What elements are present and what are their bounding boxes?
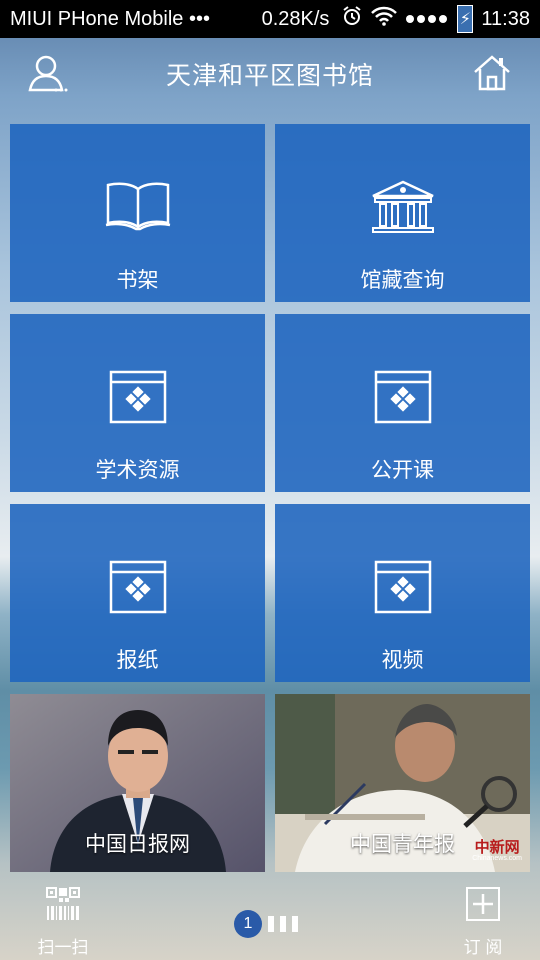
news-tile-china-youth-daily[interactable]: 中国青年报 中新网 Chinanews.com bbox=[275, 694, 530, 872]
page-dot bbox=[268, 916, 274, 932]
tile-newspapers[interactable]: 报纸 bbox=[10, 504, 265, 682]
battery-charging-icon: ⚡ bbox=[457, 5, 474, 33]
tile-academic-resources[interactable]: 学术资源 bbox=[10, 314, 265, 492]
resource-window-icon bbox=[109, 368, 167, 426]
page-dot bbox=[280, 916, 286, 932]
news-label: 中国日报网 bbox=[85, 833, 190, 856]
tile-label: 视频 bbox=[381, 649, 424, 672]
tile-label: 书架 bbox=[116, 269, 159, 292]
user-button[interactable] bbox=[26, 52, 70, 96]
qr-barcode-icon bbox=[46, 887, 80, 920]
tile-videos[interactable]: 视频 bbox=[275, 504, 530, 682]
home-button[interactable] bbox=[470, 52, 514, 96]
tile-label: 公开课 bbox=[371, 459, 434, 482]
status-icons: 0.28K/s ⚡ 11:38 bbox=[262, 5, 530, 33]
wifi-icon bbox=[371, 6, 398, 32]
scan-button[interactable]: 扫一扫 bbox=[32, 886, 94, 958]
resource-window-icon bbox=[374, 558, 432, 616]
library-building-icon bbox=[369, 178, 437, 236]
tile-label: 报纸 bbox=[116, 649, 159, 672]
book-icon bbox=[104, 178, 172, 236]
page-indicator: 1 bbox=[234, 910, 298, 938]
tile-label: 学术资源 bbox=[95, 459, 180, 482]
alarm-icon bbox=[341, 5, 363, 33]
subscribe-button[interactable]: 订 阅 bbox=[452, 886, 514, 958]
page-title: 天津和平区图书馆 bbox=[165, 62, 374, 90]
bottom-bar: 扫一扫 1 订 阅 bbox=[0, 874, 540, 960]
carrier-text: MIUI PHone Mobile ••• bbox=[10, 7, 210, 30]
news-tile-china-daily[interactable]: 中国日报网 bbox=[10, 694, 265, 872]
home-icon bbox=[474, 55, 510, 91]
tile-bookshelf[interactable]: 书架 bbox=[10, 124, 265, 302]
page-dot-active: 1 bbox=[234, 910, 262, 938]
tile-catalog-search[interactable]: 馆藏查询 bbox=[275, 124, 530, 302]
user-icon bbox=[28, 55, 68, 92]
network-speed: 0.28K/s bbox=[261, 7, 330, 30]
tile-label: 馆藏查询 bbox=[360, 269, 445, 292]
status-bar: MIUI PHone Mobile ••• 0.28K/s ⚡ 11:38 bbox=[0, 0, 540, 38]
watermark-logo: 中新网 Chinanews.com bbox=[472, 839, 522, 862]
tile-open-courses[interactable]: 公开课 bbox=[275, 314, 530, 492]
scan-label: 扫一扫 bbox=[37, 938, 89, 957]
app-header: 天津和平区图书馆 bbox=[0, 38, 540, 110]
plus-box-icon bbox=[466, 887, 500, 921]
signal-dots-icon bbox=[405, 8, 449, 31]
resource-window-icon bbox=[109, 558, 167, 616]
resource-window-icon bbox=[374, 368, 432, 426]
page-dot bbox=[292, 916, 298, 932]
subscribe-label: 订 阅 bbox=[463, 938, 503, 957]
clock: 11:38 bbox=[481, 7, 530, 30]
